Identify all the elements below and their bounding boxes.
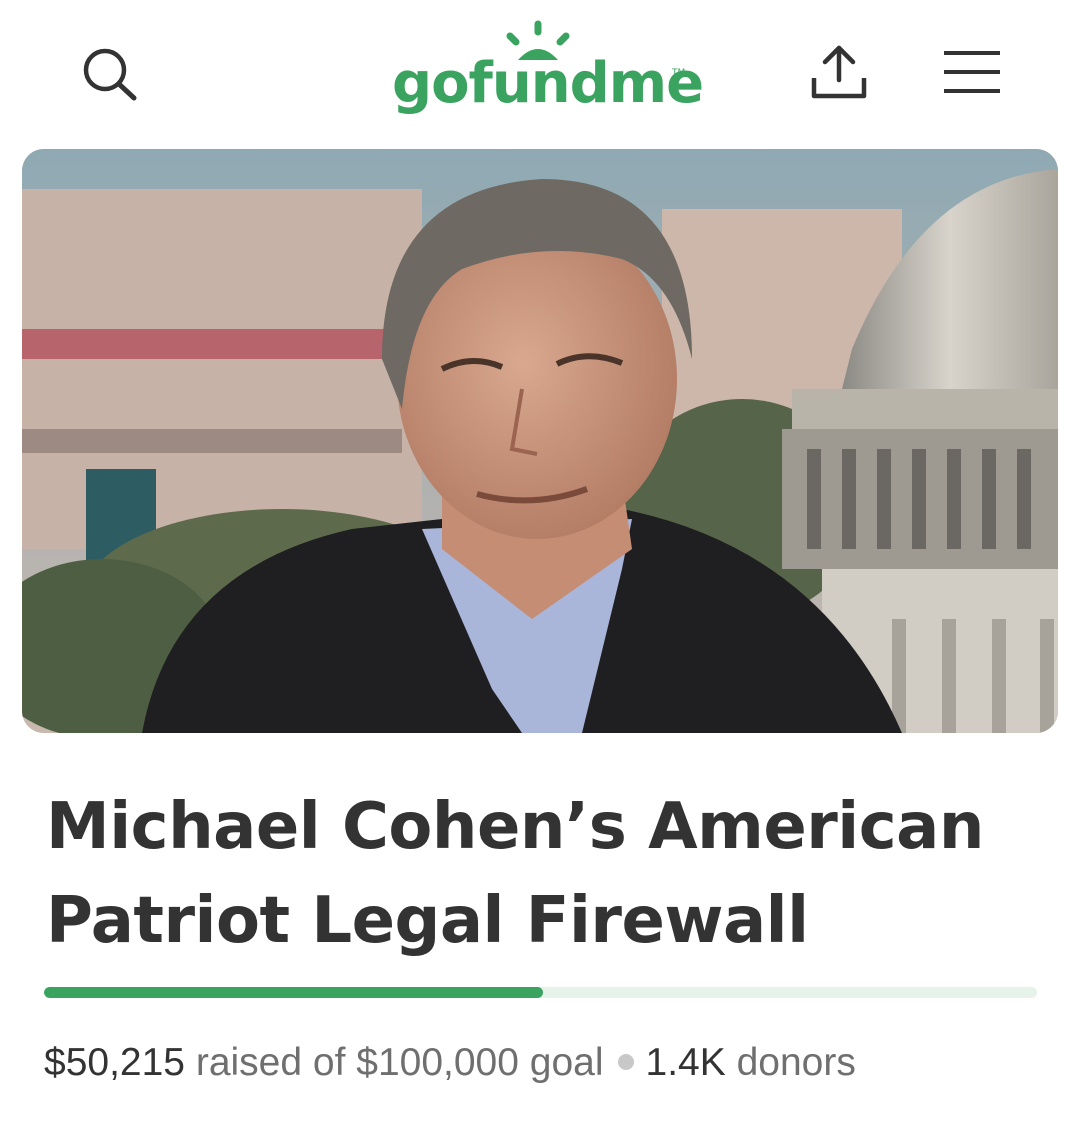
campaign-photo-illustration bbox=[22, 149, 1058, 733]
separator-dot bbox=[617, 1053, 634, 1070]
search-icon bbox=[83, 48, 137, 101]
donation-progress-fill bbox=[44, 987, 543, 998]
hamburger-menu-icon bbox=[944, 51, 1000, 93]
donor-count: 1.4K bbox=[645, 1041, 726, 1084]
logo-trademark: TM bbox=[672, 68, 686, 78]
raised-amount: $50,215 bbox=[44, 1041, 185, 1084]
goal-amount: $100,000 bbox=[356, 1041, 519, 1084]
gofundme-logo[interactable]: gofundme TM bbox=[392, 18, 704, 128]
menu-button[interactable] bbox=[940, 48, 1004, 96]
logo-wordmark: gofundme bbox=[392, 51, 704, 116]
share-icon bbox=[811, 45, 867, 99]
fundraising-stats: $50,215 raised of $100,000 goal 1.4K dono… bbox=[44, 1038, 856, 1088]
raised-label: raised of bbox=[195, 1041, 346, 1084]
share-button[interactable] bbox=[806, 40, 872, 102]
donor-label: donors bbox=[736, 1041, 856, 1084]
search-button[interactable] bbox=[80, 46, 140, 102]
goal-label: goal bbox=[529, 1041, 604, 1084]
campaign-photo[interactable] bbox=[22, 149, 1058, 733]
donation-progress-bar bbox=[44, 987, 1037, 998]
app-header: gofundme TM bbox=[0, 0, 1080, 140]
campaign-title: Michael Cohen’s American Patriot Legal F… bbox=[46, 790, 984, 958]
